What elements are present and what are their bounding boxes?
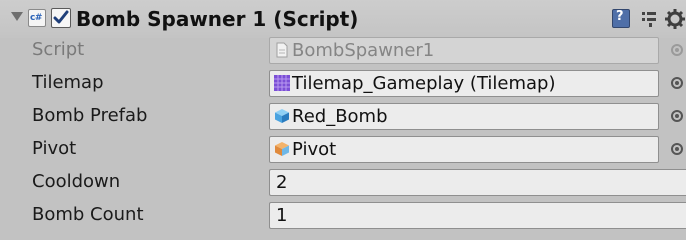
pivot-value: Pivot [292, 139, 337, 160]
bomb-count-row: Bomb Count 1 [0, 199, 686, 231]
bomb-prefab-row: Bomb Prefab Red_Bomb [0, 100, 686, 132]
preset-settings-icon[interactable] [640, 9, 658, 28]
object-picker-icon[interactable] [671, 143, 683, 155]
bomb-count-input[interactable]: 1 [269, 202, 686, 229]
checkmark-icon [53, 10, 69, 24]
foldout-arrow-icon[interactable] [11, 12, 23, 21]
cooldown-value: 2 [276, 172, 288, 193]
csharp-script-icon: c# [28, 9, 46, 27]
script-file-icon [274, 42, 290, 58]
component-title: Bomb Spawner 1 (Script) [76, 7, 359, 31]
bomb-prefab-field[interactable]: Red_Bomb [269, 103, 659, 130]
tilemap-value: Tilemap_Gameplay (Tilemap) [292, 73, 556, 94]
cooldown-input[interactable]: 2 [269, 169, 686, 196]
cooldown-row: Cooldown 2 [0, 166, 686, 198]
tilemap-row: Tilemap Tilemap_Gameplay (Tilemap) [0, 67, 686, 99]
pivot-row: Pivot Pivot [0, 133, 686, 165]
bomb-count-label: Bomb Count [32, 204, 144, 225]
object-picker-icon [671, 44, 683, 56]
script-field: BombSpawner1 [269, 37, 659, 64]
script-label: Script [32, 39, 85, 60]
cooldown-label: Cooldown [32, 171, 121, 192]
script-value: BombSpawner1 [292, 40, 435, 61]
script-row: Script BombSpawner1 [0, 34, 686, 66]
component-header[interactable]: c# Bomb Spawner 1 (Script) [0, 0, 686, 38]
gear-icon[interactable] [665, 9, 685, 29]
bomb-prefab-label: Bomb Prefab [32, 105, 148, 126]
tilemap-grid-icon [274, 75, 290, 91]
tilemap-label: Tilemap [32, 72, 104, 93]
inspector-panel: c# Bomb Spawner 1 (Script) ? Script Bomb… [0, 0, 686, 240]
gameobject-cube-icon [274, 141, 290, 157]
pivot-label: Pivot [32, 138, 77, 159]
prefab-cube-icon [274, 108, 290, 124]
component-enabled-checkbox[interactable] [51, 8, 71, 28]
object-picker-icon[interactable] [671, 110, 683, 122]
bomb-prefab-value: Red_Bomb [292, 106, 388, 127]
help-book-icon[interactable] [612, 9, 630, 28]
bomb-count-value: 1 [276, 205, 288, 226]
tilemap-field[interactable]: Tilemap_Gameplay (Tilemap) [269, 70, 659, 97]
pivot-field[interactable]: Pivot [269, 136, 659, 163]
object-picker-icon[interactable] [671, 77, 683, 89]
